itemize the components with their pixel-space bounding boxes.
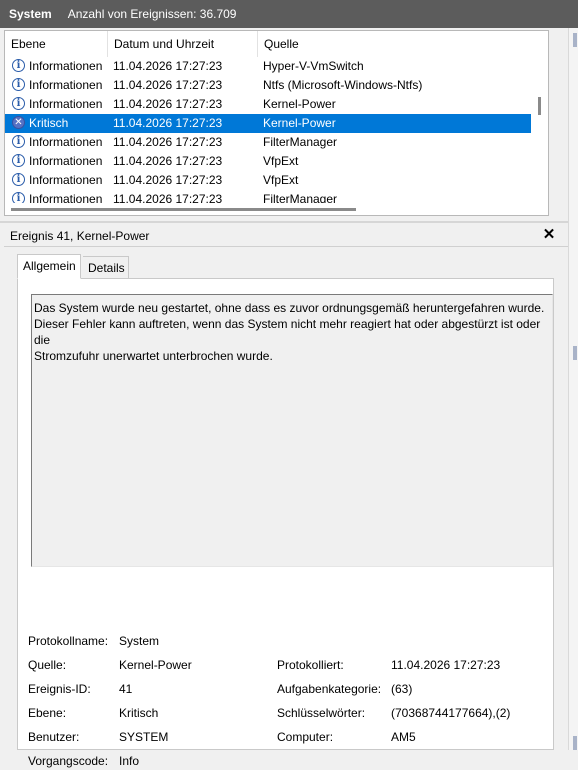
- event-datetime: 11.04.2026 17:27:23: [113, 173, 223, 187]
- field-value-computer: AM5: [391, 730, 416, 744]
- event-source: Ntfs (Microsoft-Windows-Ntfs): [263, 78, 423, 92]
- info-icon: i: [12, 173, 25, 186]
- event-row[interactable]: i Informationen 11.04.2026 17:27:23 FilterM…: [5, 133, 548, 152]
- info-icon: i: [12, 135, 25, 148]
- field-value-user: SYSTEM: [119, 730, 169, 744]
- event-row[interactable]: i Informationen 11.04.2026 17:27:23 VfpExt: [5, 171, 548, 190]
- event-level: Informationen: [29, 97, 103, 111]
- event-datetime: 11.04.2026 17:27:23: [113, 116, 223, 130]
- field-label-keywords: Schlüsselwörter:: [277, 706, 366, 720]
- log-title: System: [9, 7, 52, 21]
- event-row[interactable]: i Informationen 11.04.2026 17:27:23 VfpExt: [5, 152, 548, 171]
- vertical-scrollbar[interactable]: [531, 57, 548, 215]
- critical-icon: ✕: [12, 116, 25, 129]
- vertical-scroll-thumb[interactable]: [538, 97, 541, 115]
- event-row[interactable]: i Informationen 11.04.2026 17:27:23 Hyper-V…: [5, 57, 548, 76]
- event-level: Informationen: [29, 154, 103, 168]
- info-icon: i: [12, 59, 25, 72]
- horizontal-scrollbar[interactable]: [5, 203, 533, 215]
- detail-separator: [4, 246, 568, 247]
- field-value-logged: 11.04.2026 17:27:23: [391, 658, 501, 672]
- info-icon: i: [12, 97, 25, 110]
- general-tab-panel: Das System wurde neu gestartet, ohne das…: [17, 278, 554, 768]
- field-value-log-name: System: [119, 634, 160, 648]
- field-value-level: Kritisch: [119, 706, 159, 720]
- tab-details[interactable]: Details: [83, 256, 129, 279]
- field-label-task-category: Aufgabenkategorie:: [277, 682, 382, 696]
- event-detail-pane: Ereignis 41, Kernel-Power ✕ Allgemein De…: [4, 224, 568, 768]
- event-datetime: 11.04.2026 17:27:23: [113, 135, 223, 149]
- event-description[interactable]: Das System wurde neu gestartet, ohne das…: [31, 294, 553, 567]
- info-icon: i: [12, 78, 25, 91]
- event-datetime: 11.04.2026 17:27:23: [113, 97, 223, 111]
- event-row[interactable]: i Informationen 11.04.2026 17:27:23 Ntfs (M…: [5, 76, 548, 95]
- event-level: Informationen: [29, 59, 103, 73]
- event-datetime: 11.04.2026 17:27:23: [113, 154, 223, 168]
- event-level: Informationen: [29, 135, 103, 149]
- field-label-log-name: Protokollname:: [28, 634, 109, 648]
- event-level: Kritisch: [29, 116, 69, 130]
- field-value-keywords: (70368744177664),(2): [391, 706, 511, 720]
- field-label-source: Quelle:: [28, 658, 67, 672]
- field-value-opcode: Info: [119, 754, 140, 768]
- event-list[interactable]: Ebene Datum und Uhrzeit Quelle i Informat…: [4, 30, 549, 216]
- column-header-datetime[interactable]: Datum und Uhrzeit: [108, 31, 258, 57]
- right-pane-marker: [573, 346, 577, 360]
- field-label-user: Benutzer:: [28, 730, 80, 744]
- event-source: Hyper-V-VmSwitch: [263, 59, 364, 73]
- right-pane-edge: [568, 28, 578, 750]
- right-pane-marker: [573, 33, 577, 47]
- event-level: Informationen: [29, 78, 103, 92]
- event-rows: i Informationen 11.04.2026 17:27:23 Hyper-V…: [5, 57, 548, 209]
- detail-title: Ereignis 41, Kernel-Power: [10, 229, 150, 243]
- event-count: Anzahl von Ereignissen: 36.709: [67, 7, 237, 21]
- close-icon[interactable]: ✕: [542, 225, 556, 245]
- right-pane-marker: [573, 736, 577, 750]
- event-row[interactable]: ✕ Kritisch 11.04.2026 17:27:23 Kernel-Power: [5, 114, 548, 133]
- field-label-logged: Protokolliert:: [277, 658, 344, 672]
- event-datetime: 11.04.2026 17:27:23: [113, 78, 223, 92]
- pane-splitter[interactable]: [0, 221, 568, 223]
- event-level: Informationen: [29, 173, 103, 187]
- column-header-level[interactable]: Ebene: [5, 31, 108, 57]
- field-value-event-id: 41: [119, 682, 133, 696]
- field-label-opcode: Vorgangscode:: [28, 754, 109, 768]
- log-header-bar: System Anzahl von Ereignissen: 36.709: [0, 0, 578, 28]
- event-datetime: 11.04.2026 17:27:23: [113, 59, 223, 73]
- event-source: FilterManager: [263, 135, 338, 149]
- event-source: VfpExt: [263, 173, 299, 187]
- tab-general[interactable]: Allgemein: [17, 254, 81, 279]
- field-label-level: Ebene:: [28, 706, 67, 720]
- field-value-source[interactable]: Kernel-Power: [119, 656, 192, 674]
- field-label-computer: Computer:: [277, 730, 334, 744]
- info-icon: i: [12, 154, 25, 167]
- event-source: Kernel-Power: [263, 116, 336, 130]
- event-row[interactable]: i Informationen 11.04.2026 17:27:23 Kernel-…: [5, 95, 548, 114]
- field-value-task-category: (63): [391, 682, 413, 696]
- column-header-source[interactable]: Quelle: [258, 31, 548, 57]
- event-source: VfpExt: [263, 154, 299, 168]
- event-source: Kernel-Power: [263, 97, 336, 111]
- field-label-event-id: Ereignis-ID:: [28, 682, 91, 696]
- horizontal-scroll-thumb[interactable]: [11, 208, 356, 211]
